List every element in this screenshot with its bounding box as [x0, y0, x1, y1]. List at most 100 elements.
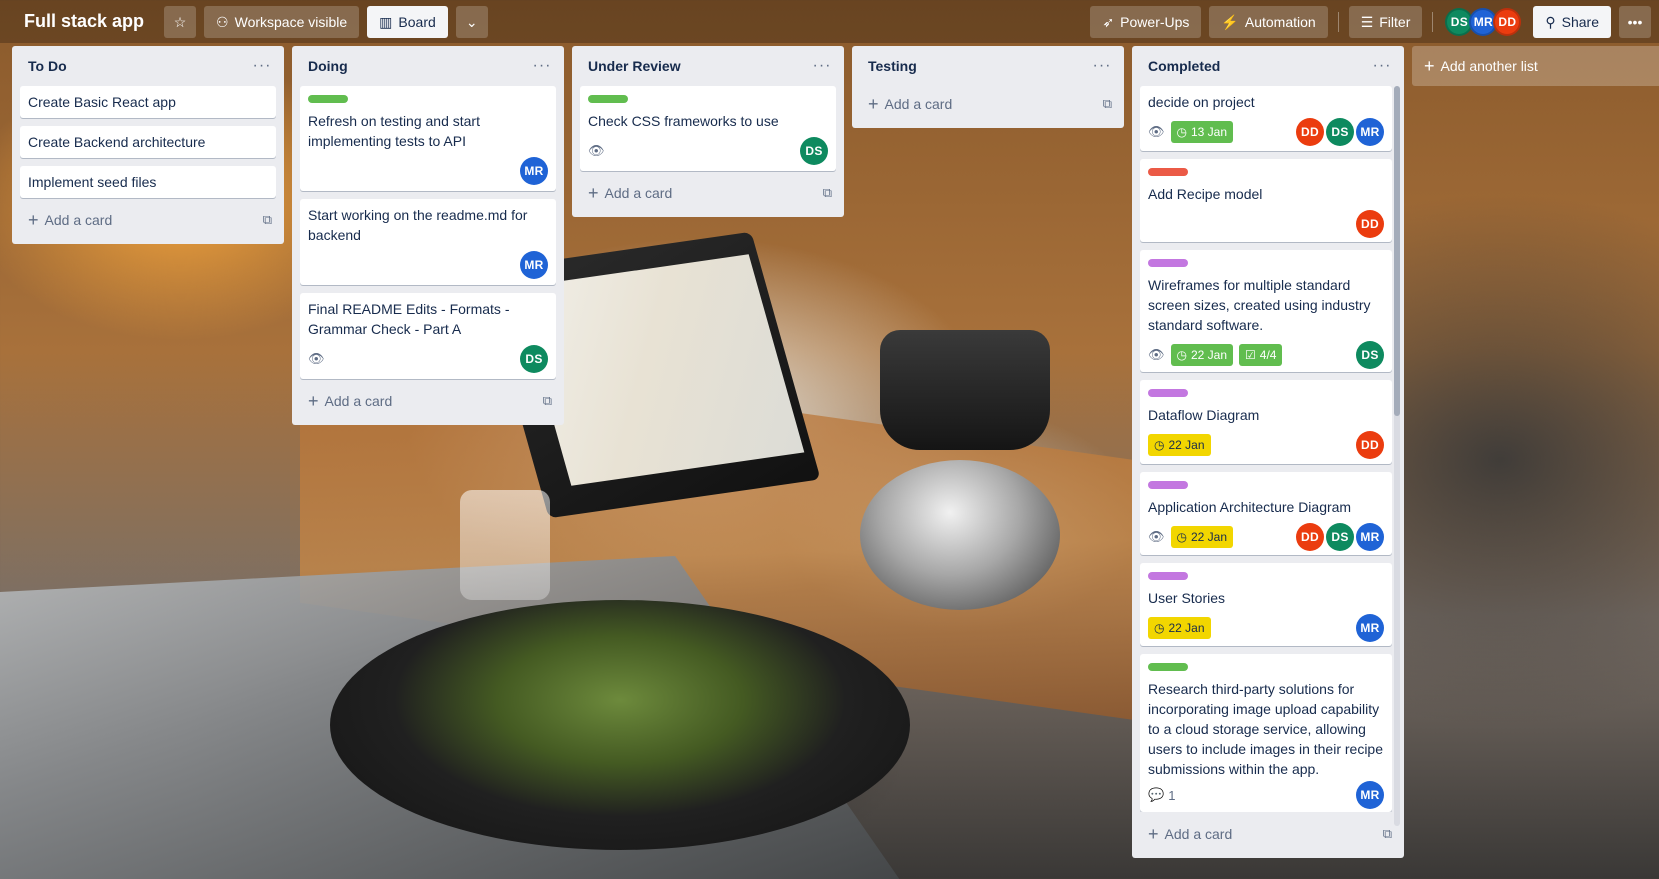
automation-button[interactable]: ⚡ Automation [1209, 5, 1328, 38]
list-menu-button[interactable]: ··· [1088, 52, 1116, 80]
board-title[interactable]: Full stack app [16, 7, 152, 36]
views-dropdown-button[interactable]: ⌄ [455, 5, 488, 38]
card[interactable]: Dataflow Diagram ◷ 22 Jan DD [1140, 380, 1392, 464]
card-label-green[interactable] [1148, 663, 1188, 672]
card-title: User Stories [1148, 590, 1226, 607]
card-label-purple[interactable] [1148, 259, 1188, 268]
card[interactable]: decide on project 👁 ◷ 13 Jan DD DS MR [1140, 86, 1392, 151]
card-label-purple[interactable] [1148, 389, 1188, 398]
card[interactable]: Start working on the readme.md for backe… [300, 199, 556, 285]
board-menu-button[interactable]: ••• [1619, 5, 1651, 38]
avatar[interactable]: DD [1296, 118, 1324, 146]
card[interactable]: Create Basic React app [20, 86, 276, 118]
card-badges: ◷ 22 Jan DD [1148, 431, 1384, 460]
add-card-button[interactable]: + Add a card ⧉ [860, 86, 1116, 122]
list-completed: Completed ··· decide on project 👁 ◷ 13 Ja… [1132, 46, 1404, 858]
board-lists: To Do ··· Create Basic React app Create … [12, 46, 1659, 858]
template-icon[interactable]: ⧉ [823, 185, 832, 201]
list-title[interactable]: Testing [868, 58, 917, 74]
avatar[interactable]: DD [1356, 209, 1384, 238]
avatar[interactable]: MR [520, 251, 548, 279]
due-date-badge[interactable]: ◷ 22 Jan [1170, 525, 1234, 548]
card-label-purple[interactable] [1148, 480, 1188, 489]
list-title[interactable]: Completed [1148, 58, 1220, 74]
add-list-label: Add another list [1440, 58, 1538, 74]
avatar[interactable]: MR [1356, 522, 1384, 551]
card[interactable]: Implement seed files [20, 166, 276, 198]
due-date-badge[interactable]: ◷ 13 Jan [1170, 121, 1234, 143]
card-label-green[interactable] [588, 95, 628, 103]
template-icon[interactable]: ⧉ [263, 212, 272, 228]
list-title[interactable]: To Do [28, 58, 67, 74]
card-badges: 👁 ◷ 13 Jan DD DS MR [1148, 118, 1384, 146]
due-date-badge[interactable]: ◷ 22 Jan [1170, 344, 1234, 367]
template-icon[interactable]: ⧉ [543, 393, 552, 409]
list-title[interactable]: Under Review [588, 58, 681, 74]
card[interactable]: Application Architecture Diagram 👁 ◷ 22 J… [1140, 471, 1392, 556]
plus-icon: + [588, 183, 599, 203]
visibility-button[interactable]: ⚇ Workspace visible [204, 5, 360, 38]
board-view-button[interactable]: ▥ Board [367, 5, 448, 38]
list-menu-button[interactable]: ··· [528, 52, 556, 80]
card-label-green[interactable] [308, 95, 348, 103]
checkbox-icon: ☑ [1245, 348, 1256, 363]
powerups-button[interactable]: ➶ Power-Ups [1090, 5, 1202, 38]
card[interactable]: Final README Edits - Formats - Grammar C… [300, 293, 556, 379]
card-label-red[interactable] [1148, 167, 1188, 176]
share-button[interactable]: ⚲ Share [1533, 5, 1611, 38]
star-button[interactable]: ☆ [164, 5, 197, 38]
avatar[interactable]: DD [1296, 522, 1324, 551]
add-card-button[interactable]: + Add a card ⧉ [300, 383, 556, 419]
avatar[interactable]: MR [520, 157, 548, 185]
add-card-label: Add a card [884, 96, 953, 112]
template-icon[interactable]: ⧉ [1383, 826, 1392, 842]
card-badges: DD [1148, 209, 1384, 238]
card[interactable]: User Stories ◷ 22 Jan MR [1140, 563, 1392, 647]
list-menu-button[interactable]: ··· [248, 52, 276, 80]
card-label-purple[interactable] [1148, 572, 1188, 581]
avatar[interactable]: DD [1356, 431, 1384, 460]
due-date-badge[interactable]: ◷ 22 Jan [1148, 434, 1211, 457]
filter-button[interactable]: ☰ Filter [1348, 5, 1423, 38]
eye-icon: 👁 [308, 351, 325, 366]
list-menu-button[interactable]: ··· [1368, 52, 1396, 80]
filter-icon: ☰ [1360, 13, 1374, 30]
add-card-button[interactable]: + Add a card ⧉ [1140, 816, 1396, 852]
card-container: Refresh on testing and start implementin… [300, 86, 556, 379]
avatar[interactable]: MR [1356, 614, 1384, 643]
clock-icon: ◷ [1176, 529, 1187, 544]
card[interactable]: Wireframes for multiple standard screen … [1140, 250, 1392, 373]
list-title[interactable]: Doing [308, 58, 348, 74]
card[interactable]: Refresh on testing and start implementin… [300, 86, 556, 191]
avatar[interactable]: MR [1356, 781, 1384, 810]
plus-icon: + [28, 210, 39, 230]
avatar[interactable]: DS [1326, 522, 1354, 551]
card[interactable]: Create Backend architecture [20, 126, 276, 158]
add-list-button[interactable]: + Add another list [1412, 46, 1659, 86]
list-header: To Do ··· [20, 46, 276, 86]
scrollbar-thumb[interactable] [1394, 86, 1400, 416]
list-scrollbar[interactable] [1394, 86, 1400, 826]
card[interactable]: Research third-party solutions for incor… [1140, 654, 1392, 812]
plus-icon: + [308, 391, 319, 411]
card-title: Research third-party solutions for incor… [1148, 681, 1384, 778]
avatar[interactable]: DS [1356, 341, 1384, 370]
add-card-button[interactable]: + Add a card ⧉ [20, 202, 276, 238]
card-badges: 👁 DS [308, 345, 548, 373]
avatar[interactable]: DS [800, 137, 828, 165]
card-title: Create Backend architecture [28, 134, 206, 150]
clock-icon: ◷ [1154, 438, 1165, 453]
avatar[interactable]: DS [520, 345, 548, 373]
avatar[interactable]: DS [1326, 118, 1354, 146]
avatar[interactable]: DD [1493, 7, 1522, 36]
card-container: Create Basic React app Create Backend ar… [20, 86, 276, 198]
avatar[interactable]: MR [1356, 118, 1384, 146]
due-date-badge[interactable]: ◷ 22 Jan [1148, 617, 1211, 640]
template-icon[interactable]: ⧉ [1103, 96, 1112, 112]
eye-icon: 👁 [1148, 124, 1165, 139]
add-card-button[interactable]: + Add a card ⧉ [580, 175, 836, 211]
list-menu-button[interactable]: ··· [808, 52, 836, 80]
card[interactable]: Check CSS frameworks to use 👁 DS [580, 86, 836, 171]
card[interactable]: Add Recipe model DD [1140, 158, 1392, 243]
card-badges: 👁 DS [588, 137, 828, 165]
